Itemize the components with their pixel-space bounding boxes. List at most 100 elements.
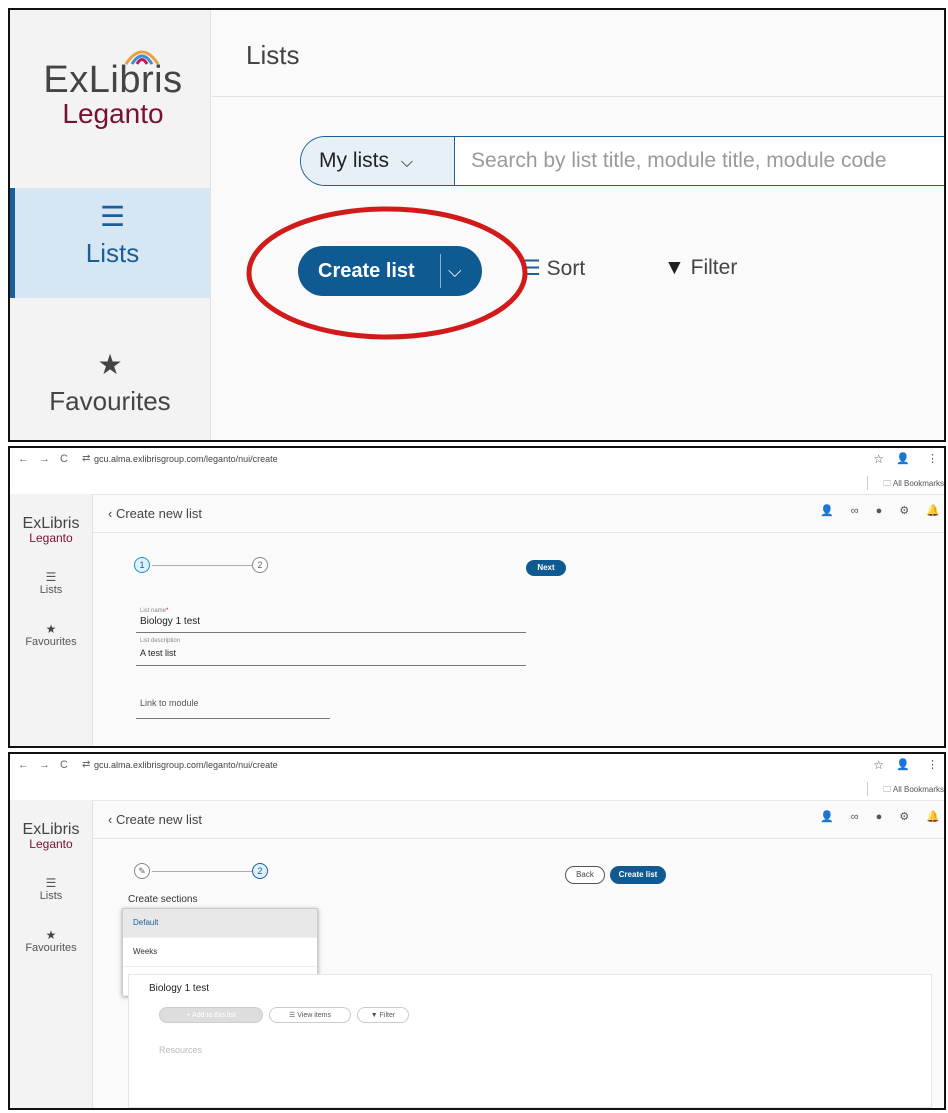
- bookmarks-bar: 🗀 All Bookmarks: [10, 778, 944, 801]
- list-icon: ☰: [99, 201, 126, 232]
- add-to-list-button[interactable]: + Add to this list: [159, 1007, 263, 1023]
- user-icon[interactable]: 👤: [820, 505, 834, 517]
- list-icon: ☰: [45, 876, 57, 890]
- exlibris-logo: ExLibris Leganto: [38, 50, 188, 129]
- browser-toolbar: ←→C ⇄ gcu.alma.exlibrisgroup.com/leganto…: [10, 754, 944, 779]
- logo-exlibris-text: ExLibris: [22, 515, 80, 532]
- link-to-module-underline: [136, 718, 330, 719]
- page-header: ‹ Create new list: [108, 812, 202, 827]
- sidebar: ExLibris Leganto ☰ Lists ★ Favourites: [10, 10, 211, 440]
- browser-nav-icons[interactable]: ←→C: [18, 759, 78, 771]
- link-icon[interactable]: ∞: [851, 811, 859, 823]
- step-connector: [152, 871, 252, 872]
- all-bookmarks[interactable]: 🗀 All Bookmarks: [883, 784, 944, 798]
- star-icon: ★: [45, 622, 57, 636]
- create-sections-label: Create sections: [128, 894, 198, 905]
- header-icons: 👤 ∞ ● ⚙ 🔔: [820, 810, 940, 823]
- required-asterisk: *: [166, 608, 169, 614]
- dropdown-option[interactable]: Weeks: [123, 938, 317, 967]
- back-chevron-icon[interactable]: ‹: [108, 506, 112, 521]
- notifications-icon[interactable]: 🔔: [926, 505, 940, 517]
- list-description-label: List description: [140, 638, 181, 644]
- view-items-icon: ☰: [289, 1012, 296, 1019]
- list-preview-card: Biology 1 test + Add to this list ☰ View…: [128, 974, 932, 1108]
- link-to-module-input[interactable]: Link to module: [140, 698, 199, 708]
- step-connector: [152, 565, 252, 566]
- list-name-label-text: List name: [140, 608, 167, 614]
- address-bar[interactable]: gcu.alma.exlibrisgroup.com/leganto/nui/c…: [94, 760, 278, 770]
- list-name-input[interactable]: Biology 1 test: [140, 616, 200, 627]
- logo-leganto-text: Leganto: [29, 531, 73, 545]
- site-info-icon[interactable]: ⇄: [82, 759, 90, 770]
- browser-menu-icon[interactable]: ⋮: [927, 452, 938, 465]
- filter-label: Filter: [379, 1012, 396, 1019]
- search-input[interactable]: Search by list title, module title, modu…: [471, 137, 887, 185]
- sort-button[interactable]: ☰ Sort: [522, 256, 585, 281]
- link-icon[interactable]: ∞: [851, 505, 859, 517]
- plus-icon: +: [186, 1012, 191, 1019]
- sidebar-item-lists[interactable]: ☰ Lists: [10, 188, 210, 298]
- help-icon[interactable]: ●: [876, 505, 883, 517]
- sidebar-item-label: Favourites: [25, 636, 77, 648]
- logo-leganto-text: Leganto: [29, 837, 73, 851]
- header-divider: [212, 96, 944, 97]
- star-icon: ★: [45, 928, 57, 942]
- view-items-button[interactable]: ☰ View items: [269, 1007, 351, 1023]
- user-icon[interactable]: 👤: [820, 811, 834, 823]
- page-title: Create new list: [115, 812, 202, 827]
- gear-icon[interactable]: ⚙: [899, 505, 909, 517]
- page-title: Create new list: [115, 506, 202, 521]
- back-button[interactable]: Back: [565, 866, 605, 884]
- sidebar-item-label: Lists: [85, 238, 140, 268]
- filter-button[interactable]: ▼ Filter: [664, 256, 737, 280]
- list-name-label: List name*: [140, 608, 168, 614]
- create-step2-panel: ←→C ⇄ gcu.alma.exlibrisgroup.com/leganto…: [8, 752, 946, 1110]
- sidebar-item-favourites[interactable]: ★ Favourites: [10, 622, 92, 648]
- step-1-edit-indicator[interactable]: ✎: [134, 863, 150, 879]
- all-bookmarks-label: All Bookmarks: [892, 785, 944, 794]
- search-bar: My lists ⌵ Search by list title, module …: [300, 136, 944, 186]
- profile-icon[interactable]: 👤: [896, 758, 910, 771]
- dropdown-option[interactable]: Default: [123, 909, 317, 938]
- sidebar-item-label: Favourites: [25, 942, 77, 954]
- filter-icon: ▼: [664, 256, 685, 279]
- scope-select[interactable]: My lists ⌵: [301, 137, 455, 185]
- all-bookmarks[interactable]: 🗀 All Bookmarks: [883, 478, 944, 492]
- browser-menu-icon[interactable]: ⋮: [927, 758, 938, 771]
- bookmark-star-icon[interactable]: ☆: [873, 758, 884, 772]
- bookmark-star-icon[interactable]: ☆: [873, 452, 884, 466]
- sidebar: ExLibris Leganto ☰ Lists ★ Favourites: [10, 800, 93, 1108]
- logo-leganto-text: Leganto: [62, 98, 164, 129]
- sidebar-item-lists[interactable]: ☰ Lists: [10, 570, 92, 596]
- page-title: Lists: [246, 40, 300, 70]
- help-icon[interactable]: ●: [876, 811, 883, 823]
- sidebar-item-favourites[interactable]: ★ Favourites: [10, 928, 92, 954]
- next-button[interactable]: Next: [526, 560, 566, 576]
- all-bookmarks-label: All Bookmarks: [892, 479, 944, 488]
- list-icon: ☰: [45, 570, 57, 584]
- back-chevron-icon[interactable]: ‹: [108, 812, 112, 827]
- sidebar-item-label: Lists: [39, 584, 63, 596]
- highlight-ring-annotation: [246, 206, 528, 340]
- filter-button[interactable]: ▼ Filter: [357, 1007, 409, 1023]
- sort-label: Sort: [546, 257, 586, 280]
- site-info-icon[interactable]: ⇄: [82, 453, 90, 464]
- sidebar-item-lists[interactable]: ☰ Lists: [10, 876, 92, 902]
- sidebar-item-label: Lists: [39, 890, 63, 902]
- address-bar[interactable]: gcu.alma.exlibrisgroup.com/leganto/nui/c…: [94, 454, 278, 464]
- list-description-input[interactable]: A test list: [140, 648, 176, 658]
- gear-icon[interactable]: ⚙: [899, 811, 909, 823]
- folder-icon: 🗀: [883, 785, 892, 794]
- create-step1-panel: ←→C ⇄ gcu.alma.exlibrisgroup.com/leganto…: [8, 446, 946, 748]
- step-1-indicator: 1: [134, 557, 150, 573]
- create-list-button[interactable]: Create list: [610, 866, 666, 884]
- browser-nav-icons[interactable]: ←→C: [18, 453, 78, 465]
- profile-icon[interactable]: 👤: [896, 452, 910, 465]
- logo-exlibris-text: ExLibris: [43, 59, 183, 101]
- list-name-underline: [136, 632, 526, 633]
- chevron-down-icon: ⌵: [400, 154, 413, 171]
- notifications-icon[interactable]: 🔔: [926, 811, 940, 823]
- sidebar-item-favourites[interactable]: ★ Favourites: [10, 350, 210, 417]
- header-divider: [93, 532, 944, 533]
- star-icon: ★: [97, 349, 123, 380]
